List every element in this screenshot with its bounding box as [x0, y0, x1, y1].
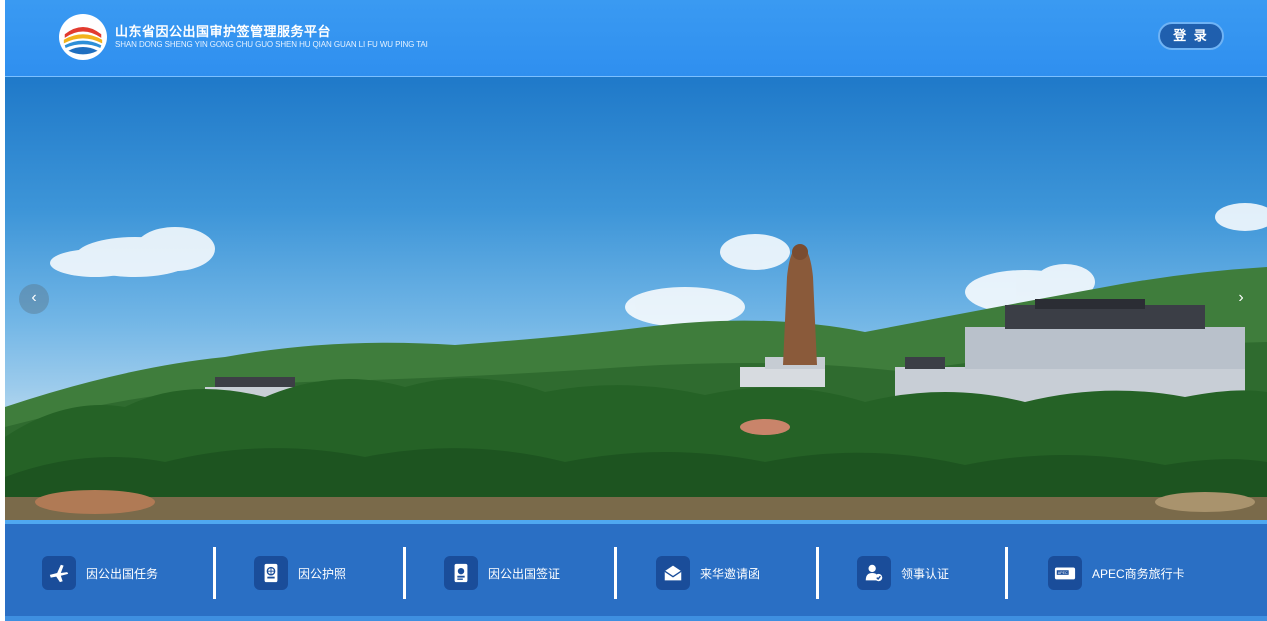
- apec-card-icon: APEC: [1048, 556, 1082, 590]
- nav-item-label: 因公出国任务: [86, 566, 159, 581]
- nav-item-label: 因公护照: [298, 566, 347, 581]
- nav-item-visa[interactable]: 因公出国签证: [444, 555, 560, 591]
- carousel-prev-button[interactable]: ‹: [19, 284, 49, 314]
- nav-item-passport[interactable]: 因公护照: [254, 555, 346, 591]
- certification-icon: [857, 556, 891, 590]
- airplane-icon: [42, 556, 76, 590]
- nav-item-consular[interactable]: 领事认证: [857, 555, 949, 591]
- nav-item-label: 来华邀请函: [700, 566, 761, 581]
- nav-item-task[interactable]: 因公出国任务: [42, 555, 158, 591]
- nav-item-apec[interactable]: APEC APEC商务旅行卡: [1048, 555, 1185, 591]
- passport-icon: [254, 556, 288, 590]
- visa-icon: [444, 556, 478, 590]
- site-title: 山东省因公出国审护签管理服务平台: [115, 24, 332, 39]
- service-nav-bar: 因公出国任务 因公护照 因公出国签证 来华邀请函 领事认证 APEC APEC商…: [5, 520, 1267, 621]
- banner-landscape-image: [5, 203, 1267, 520]
- banner-carousel: ‹ ›: [5, 77, 1267, 520]
- nav-item-label: APEC商务旅行卡: [1092, 566, 1185, 581]
- site-header: 山东省因公出国审护签管理服务平台 SHAN DONG SHENG YIN GON…: [5, 0, 1267, 77]
- nav-divider: [614, 547, 617, 599]
- nav-item-label: 因公出国签证: [488, 566, 561, 581]
- carousel-next-button[interactable]: ›: [1226, 284, 1256, 314]
- site-logo[interactable]: [59, 14, 107, 60]
- site-subtitle: SHAN DONG SHENG YIN GONG CHU GUO SHEN HU…: [115, 40, 428, 49]
- nav-divider: [213, 547, 216, 599]
- nav-item-invitation[interactable]: 来华邀请函: [656, 555, 760, 591]
- login-button[interactable]: 登 录: [1158, 22, 1224, 50]
- nav-divider: [403, 547, 406, 599]
- nav-item-label: 领事认证: [901, 566, 950, 581]
- nav-divider: [816, 547, 819, 599]
- svg-text:APEC: APEC: [1058, 571, 1068, 575]
- nav-bottom-strip: [5, 616, 1267, 621]
- nav-divider: [1005, 547, 1008, 599]
- envelope-icon: [656, 556, 690, 590]
